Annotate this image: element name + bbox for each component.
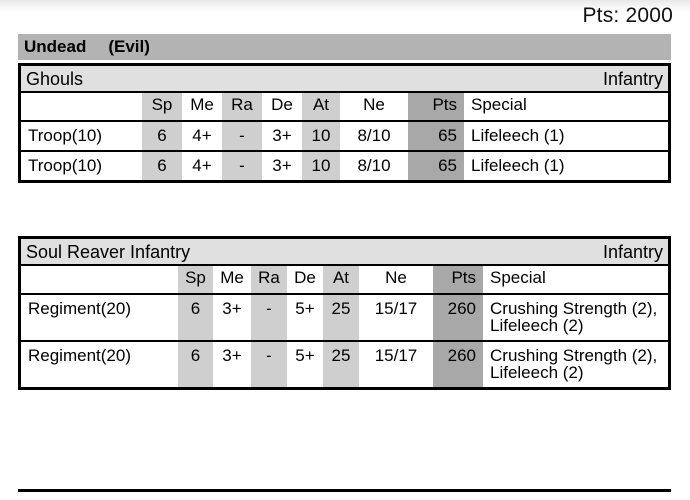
stat-pts: 260 [433,294,483,342]
total-points-label: Pts: 2000 [582,3,673,27]
stat-ra: - [251,294,287,342]
unit-size: Regiment(20) [21,294,178,342]
stat-header-row: Sp Me Ra De At Ne Pts Special [21,93,668,122]
stat-at: 25 [323,341,359,387]
stat-special: Lifeleech (1) [464,121,668,152]
stat-special: Lifeleech (1) [471,156,565,175]
stat-at: 10 [302,121,340,152]
col-header-ne: Ne [340,93,408,122]
table-row[interactable]: Troop(10) 6 4+ - 3+ 10 8/10 65 Lifeleech… [21,121,668,152]
stat-ra: - [251,341,287,387]
stat-ne: 8/10 [357,156,391,175]
col-header-blank [21,266,178,295]
stat-ne: 15/17 [374,346,418,365]
col-header-sp: Sp [178,266,213,295]
stat-de: 3+ [272,156,292,175]
next-card-top-edge [18,489,671,492]
army-alignment: (Evil) [108,37,150,56]
stat-ra: - [222,121,262,152]
col-header-pts: Pts [408,93,464,122]
stat-ne: 15/17 [359,294,433,342]
unit-card-ghouls[interactable]: Ghouls Infantry Sp Me Ra De At Ne Pts Sp… [18,63,671,183]
col-header-special: Special [464,93,668,122]
stat-de: 3+ [262,121,302,152]
stat-de: 5+ [287,294,323,342]
unit-name: Ghouls [26,68,84,89]
unit-size: Troop(10) [21,121,142,152]
stat-at: 10 [302,151,340,180]
unit-title-row: Ghouls Infantry [21,66,668,93]
col-header-ra: Ra [222,93,262,122]
stat-pts: 65 [408,121,464,152]
stat-de: 5+ [295,346,315,365]
stat-header-row: Sp Me Ra De At Ne Pts Special [21,266,668,295]
stat-sp: 6 [142,151,182,180]
stat-sp: 6 [142,121,182,152]
col-header-blank [21,93,142,122]
stat-at: 25 [323,294,359,342]
col-header-de: De [262,93,302,122]
stat-special: Crushing Strength (2), Lifeleech (2) [490,346,658,382]
table-row[interactable]: Troop(10) 6 4+ - 3+ 10 8/10 65 Lifeleech… [21,151,668,180]
unit-card-soul-reaver-infantry[interactable]: Soul Reaver Infantry Infantry Sp Me Ra D… [18,236,671,390]
army-name: Undead [24,37,87,56]
stat-sp: 6 [178,341,213,387]
unit-name: Soul Reaver Infantry [26,241,191,262]
col-header-me: Me [213,266,251,295]
points-header: Pts: 2000 [0,0,690,31]
table-row[interactable]: Regiment(20) 6 3+ - 5+ 25 15/17 260 Crus… [21,294,668,342]
army-banner: Undead (Evil) [18,34,671,60]
unit-title-row: Soul Reaver Infantry Infantry [21,239,668,266]
unit-stat-table: Sp Me Ra De At Ne Pts Special Troop(10) … [21,93,668,180]
stat-ne: 8/10 [340,121,408,152]
stat-me: 4+ [192,156,212,175]
stat-pts: 260 [433,341,483,387]
col-header-sp: Sp [142,93,182,122]
stat-special: Crushing Strength (2), Lifeleech (2) [483,294,668,342]
unit-type: Infantry [602,68,663,89]
col-header-at: At [302,93,340,122]
stat-me: 4+ [182,121,222,152]
col-header-de: De [287,266,323,295]
col-header-ne: Ne [359,266,433,295]
col-header-at: At [323,266,359,295]
stat-ra: - [222,151,262,180]
stat-pts: 65 [408,151,464,180]
unit-size: Regiment(20) [28,346,131,365]
col-header-pts: Pts [433,266,483,295]
unit-stat-table: Sp Me Ra De At Ne Pts Special Regiment(2… [21,266,668,387]
stat-me: 3+ [222,346,242,365]
unit-type: Infantry [602,241,663,262]
unit-size: Troop(10) [28,156,103,175]
col-header-special: Special [483,266,668,295]
col-header-me: Me [182,93,222,122]
col-header-ra: Ra [251,266,287,295]
table-row[interactable]: Regiment(20) 6 3+ - 5+ 25 15/17 260 Crus… [21,341,668,387]
stat-me: 3+ [213,294,251,342]
stat-sp: 6 [178,294,213,342]
